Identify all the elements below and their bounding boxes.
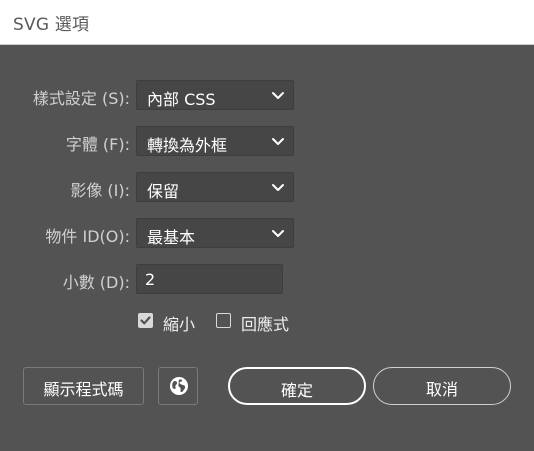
object-id-row: 物件 ID(O): 最基本 [0, 218, 534, 248]
web-preview-button[interactable] [158, 367, 198, 405]
show-code-button[interactable]: 顯示程式碼 [23, 367, 144, 405]
minify-label[interactable]: 縮小 [163, 311, 195, 335]
object-id-label: 物件 ID(O): [45, 227, 130, 246]
decimal-input[interactable]: 2 [136, 264, 283, 294]
minify-checkbox[interactable] [138, 313, 153, 328]
font-row: 字體 (F): 轉換為外框 [0, 126, 534, 156]
dialog-title: SVG 選項 [13, 15, 90, 35]
ok-button[interactable]: 確定 [228, 367, 366, 405]
svg-options-dialog: SVG 選項 樣式設定 (S): 內部 CSS 字體 (F): 轉換為外框 影像… [0, 0, 534, 451]
cancel-button[interactable]: 取消 [373, 367, 511, 405]
responsive-label[interactable]: 回應式 [241, 311, 289, 335]
image-row: 影像 (I): 保留 [0, 172, 534, 202]
image-select-value: 保留 [147, 182, 180, 201]
decimal-input-value: 2 [145, 270, 156, 289]
style-row: 樣式設定 (S): 內部 CSS [0, 80, 534, 110]
globe-icon [170, 377, 188, 395]
ok-label: 確定 [280, 381, 313, 400]
title-bar: SVG 選項 [0, 0, 534, 45]
image-label: 影像 (I): [70, 181, 130, 200]
image-select[interactable]: 保留 [136, 172, 294, 202]
chevron-down-icon [272, 230, 284, 237]
options-row: 縮小 回應式 [0, 311, 534, 335]
responsive-checkbox[interactable] [216, 313, 231, 328]
style-label: 樣式設定 (S): [32, 89, 130, 108]
chevron-down-icon [272, 138, 284, 145]
checkmark-icon [140, 316, 151, 325]
object-id-select[interactable]: 最基本 [136, 218, 294, 248]
style-select[interactable]: 內部 CSS [136, 80, 294, 110]
font-select[interactable]: 轉換為外框 [136, 126, 294, 156]
chevron-down-icon [272, 184, 284, 191]
object-id-select-value: 最基本 [147, 228, 196, 247]
show-code-label: 顯示程式碼 [43, 380, 124, 399]
decimal-label: 小數 (D): [62, 273, 130, 292]
decimal-row: 小數 (D): 2 [0, 264, 534, 294]
style-select-value: 內部 CSS [147, 90, 216, 109]
font-select-value: 轉換為外框 [147, 136, 228, 155]
cancel-label: 取消 [425, 380, 458, 399]
font-label: 字體 (F): [65, 135, 130, 154]
chevron-down-icon [272, 92, 284, 99]
